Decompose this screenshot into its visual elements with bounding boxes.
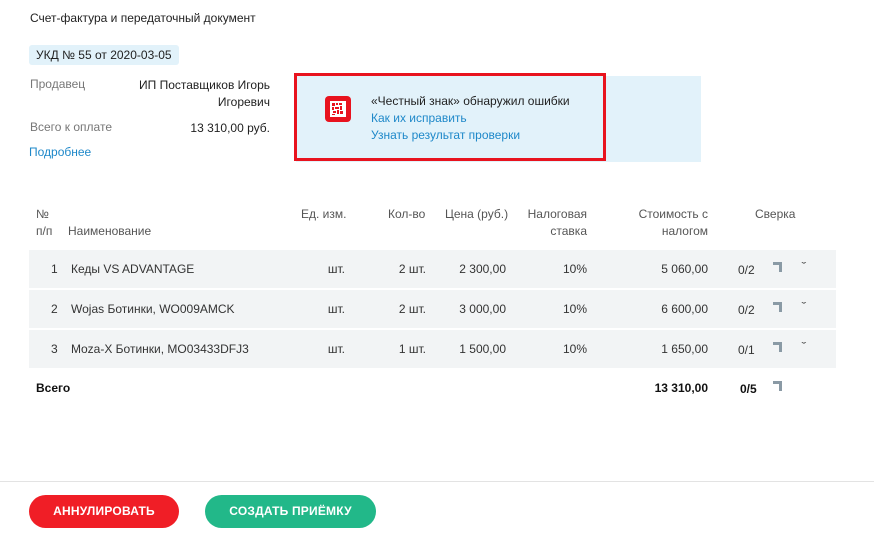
row-qty: 1 шт.: [398, 342, 426, 356]
row-name: Кеды VS ADVANTAGE: [71, 262, 195, 276]
chevron-down-icon[interactable]: ˇ: [801, 341, 806, 353]
seller-value: ИП Поставщиков Игорь Игоревич: [120, 77, 270, 111]
row-tax: 10%: [562, 262, 587, 276]
header-cost: Стоимость с налогом: [608, 206, 708, 240]
header-cost-line2: налогом: [661, 224, 708, 238]
header-tax: Налоговая ставка: [507, 206, 587, 240]
chevron-down-icon[interactable]: ˇ: [801, 301, 806, 313]
row-num: 3: [51, 342, 58, 356]
header-num: № п/п: [36, 206, 52, 240]
row-price: 1 500,00: [459, 342, 506, 356]
row-cost: 5 060,00: [661, 262, 708, 276]
alert-title: «Честный знак» обнаружил ошибки: [371, 94, 570, 108]
document-number-badge: УКД № 55 от 2020-03-05: [29, 45, 179, 65]
annul-button[interactable]: АННУЛИРОВАТЬ: [29, 495, 179, 528]
invoice-page: Счет-фактура и передаточный документ УКД…: [0, 0, 874, 545]
header-qty: Кол-во: [388, 207, 426, 221]
seller-value-line2: Игоревич: [217, 95, 270, 109]
row-price: 2 300,00: [459, 262, 506, 276]
row-check-count: 0/1: [738, 343, 755, 357]
row-name: Wojas Ботинки, WO009AMCK: [71, 302, 235, 316]
row-check-count: 0/2: [738, 303, 755, 317]
row-name: Moza-X Ботинки, MO03433DFJ3: [71, 342, 249, 356]
scan-corner-icon[interactable]: [772, 341, 784, 353]
row-unit: шт.: [327, 302, 345, 316]
header-price: Цена (руб.): [445, 207, 509, 221]
total-payable-label: Всего к оплате: [30, 120, 113, 134]
row-check-count: 0/2: [738, 263, 755, 277]
row-qty: 2 шт.: [398, 262, 426, 276]
row-qty: 2 шт.: [398, 302, 426, 316]
row-cost: 1 650,00: [661, 342, 708, 356]
row-unit: шт.: [327, 262, 345, 276]
total-cost: 13 310,00: [654, 381, 708, 395]
header-check: Сверка: [755, 207, 796, 221]
total-payable-value: 13 310,00 руб.: [190, 121, 270, 135]
header-num-line1: №: [36, 207, 49, 221]
row-tax: 10%: [562, 302, 587, 316]
header-name: Наименование: [68, 224, 152, 238]
row-num: 1: [51, 262, 58, 276]
header-num-line2: п/п: [36, 224, 53, 238]
honest-sign-icon: [325, 96, 351, 122]
chevron-down-icon[interactable]: ˇ: [801, 261, 806, 273]
row-num: 2: [51, 302, 58, 316]
create-receipt-button[interactable]: СОЗДАТЬ ПРИЁМКУ: [205, 495, 376, 528]
scan-corner-icon[interactable]: [772, 301, 784, 313]
seller-label: Продавец: [30, 77, 86, 91]
fix-errors-link[interactable]: Как их исправить: [371, 111, 467, 125]
row-tax: 10%: [562, 342, 587, 356]
scan-corner-icon[interactable]: [772, 380, 784, 392]
row-unit: шт.: [327, 342, 345, 356]
check-result-link[interactable]: Узнать результат проверки: [371, 128, 520, 142]
scan-corner-icon[interactable]: [772, 261, 784, 273]
footer-divider: [0, 481, 874, 482]
header-tax-line1: Налоговая: [527, 207, 587, 221]
document-type-title: Счет-фактура и передаточный документ: [30, 11, 256, 25]
header-tax-line2: ставка: [550, 224, 587, 238]
total-check-count: 0/5: [740, 382, 757, 396]
total-label: Всего: [36, 381, 71, 395]
header-cost-line1: Стоимость с: [638, 207, 708, 221]
row-cost: 6 600,00: [661, 302, 708, 316]
seller-value-line1: ИП Поставщиков Игорь: [139, 78, 270, 92]
header-unit: Ед. изм.: [301, 207, 347, 221]
row-price: 3 000,00: [459, 302, 506, 316]
details-link[interactable]: Подробнее: [29, 145, 91, 159]
